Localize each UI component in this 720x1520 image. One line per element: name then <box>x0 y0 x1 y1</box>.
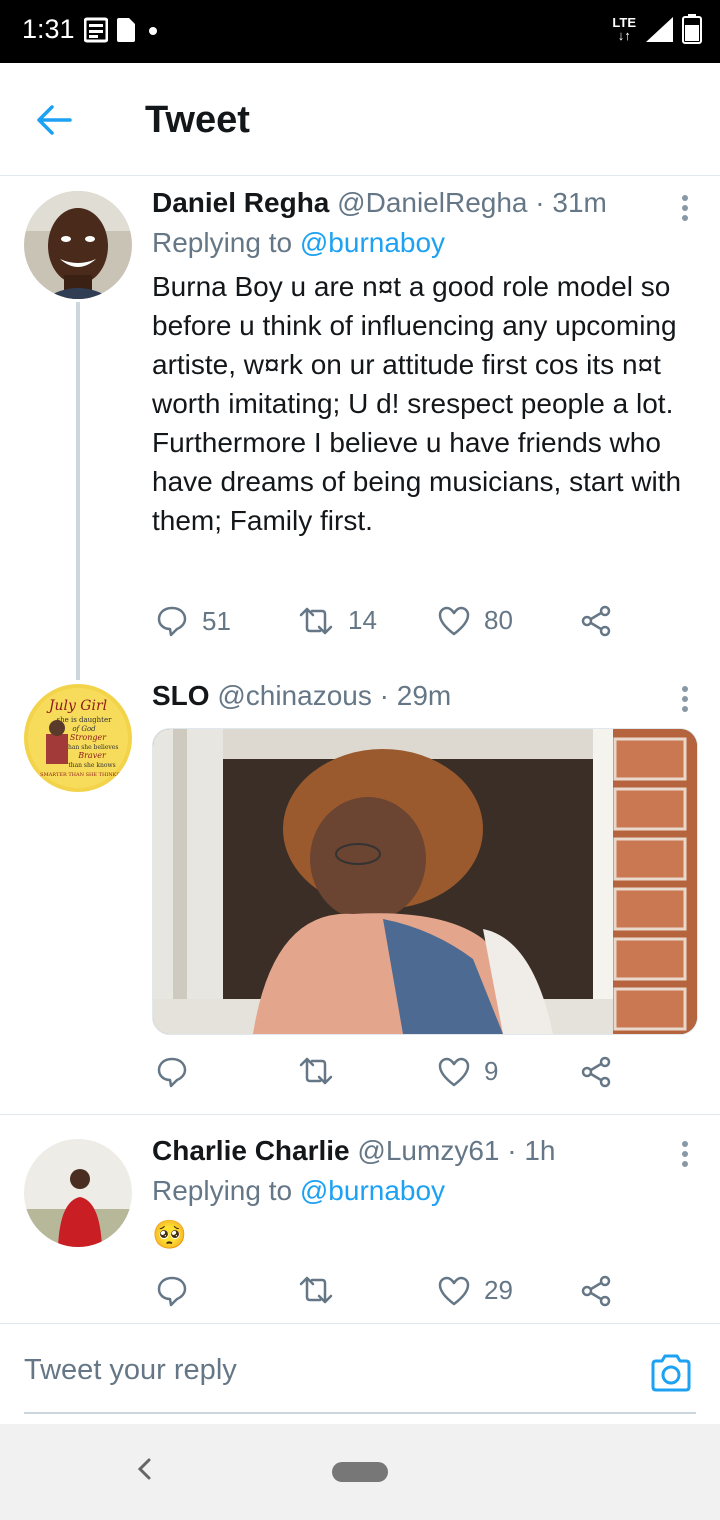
svg-text:she is daughter: she is daughter <box>57 716 113 724</box>
tweet-header: Charlie Charlie @Lumzy61 · 1h <box>152 1135 556 1166</box>
tweet-header: Daniel Regha @DanielRegha · 31m <box>152 187 607 218</box>
retweet-button[interactable] <box>298 1056 334 1086</box>
retweet-icon <box>299 607 333 634</box>
nav-back-icon[interactable] <box>134 1454 154 1484</box>
mention-link[interactable]: @burnaboy <box>300 227 445 258</box>
display-name[interactable]: Daniel Regha <box>152 187 329 218</box>
battery-icon <box>682 14 702 44</box>
heart-icon <box>438 1276 470 1305</box>
app-bar: Tweet <box>0 63 720 176</box>
more-options-icon[interactable] <box>682 686 690 716</box>
user-handle[interactable]: @chinazous <box>217 680 372 711</box>
reply-composer: Tweet your reply <box>0 1323 720 1425</box>
user-handle[interactable]: @Lumzy61 <box>357 1135 499 1166</box>
system-nav-bar <box>0 1424 720 1520</box>
more-options-icon[interactable] <box>682 1141 690 1171</box>
tweet-actions: 9 <box>152 1056 672 1096</box>
tweet-media-image[interactable] <box>152 728 698 1035</box>
replying-to: Replying to @burnaboy <box>152 1175 446 1206</box>
avatar[interactable] <box>24 191 132 299</box>
dot-icon <box>149 27 157 35</box>
tweet-content: Charlie Charlie @Lumzy61 · 1h Replying t… <box>152 1135 696 1254</box>
signal-icon <box>646 17 673 42</box>
heart-icon <box>438 606 470 635</box>
page-title: Tweet <box>145 99 250 141</box>
like-count: 80 <box>484 605 513 635</box>
reply-icon <box>157 1276 187 1307</box>
svg-text:than she knows: than she knows <box>68 762 115 769</box>
avatar[interactable]: July Girl she is daughter of God Stronge… <box>24 684 132 792</box>
reply-button[interactable] <box>156 1056 188 1088</box>
retweet-icon <box>299 1276 333 1304</box>
status-time: 1:31 <box>22 14 75 44</box>
user-handle[interactable]: @DanielRegha <box>337 187 527 218</box>
like-button[interactable]: 9 <box>438 1056 498 1087</box>
retweet-button[interactable]: 14 <box>298 605 377 636</box>
tweet-time: 1h <box>524 1135 556 1166</box>
svg-text:SMARTER THAN SHE THINKS: SMARTER THAN SHE THINKS <box>40 772 120 778</box>
svg-text:Braver: Braver <box>77 751 107 760</box>
like-button[interactable]: 80 <box>438 605 513 636</box>
more-options-icon[interactable] <box>682 195 690 225</box>
tweet-header: SLO @chinazous · 29m <box>152 680 452 711</box>
display-name[interactable]: Charlie Charlie <box>152 1135 350 1166</box>
replying-to: Replying to @burnaboy <box>152 227 446 258</box>
retweet-count: 14 <box>348 605 377 635</box>
reply-button[interactable] <box>156 1275 188 1307</box>
news-icon <box>84 17 108 43</box>
reply-input[interactable]: Tweet your reply <box>24 1354 237 1387</box>
reply-icon <box>157 1057 187 1088</box>
lte-indicator: LTE ↓↑ <box>612 15 636 43</box>
retweet-button[interactable] <box>298 1275 334 1305</box>
svg-text:Stronger: Stronger <box>70 733 107 742</box>
mention-link[interactable]: @burnaboy <box>300 1175 445 1206</box>
reply-button[interactable]: 51 <box>156 605 231 637</box>
file-icon <box>117 18 135 42</box>
home-pill[interactable] <box>332 1462 388 1482</box>
input-underline <box>24 1412 696 1414</box>
tweet-text: 🥺 <box>152 1219 187 1250</box>
tweet-daniel-regha[interactable]: Daniel Regha @DanielRegha · 31m Replying… <box>0 175 720 680</box>
share-button[interactable] <box>580 605 612 637</box>
share-icon <box>581 1056 611 1088</box>
like-count: 9 <box>484 1056 499 1086</box>
heart-icon <box>438 1057 470 1086</box>
tweet-text: Burna Boy u are n¤t a good role model so… <box>152 271 682 536</box>
camera-icon[interactable] <box>650 1354 692 1392</box>
share-button[interactable] <box>580 1056 612 1088</box>
tweet-actions: 51 14 80 <box>152 605 672 645</box>
tweet-time: 31m <box>552 187 607 218</box>
status-right: LTE ↓↑ <box>612 14 702 44</box>
tweet-charlie-charlie[interactable]: Charlie Charlie @Lumzy61 · 1h Replying t… <box>0 1115 720 1323</box>
tweet-content: SLO @chinazous · 29m <box>152 680 696 712</box>
svg-text:of God: of God <box>72 725 96 733</box>
avatar[interactable] <box>24 1139 132 1247</box>
display-name[interactable]: SLO <box>152 680 210 711</box>
share-button[interactable] <box>580 1275 612 1307</box>
share-icon <box>581 605 611 637</box>
back-arrow-icon[interactable] <box>36 103 72 137</box>
reply-icon <box>157 606 187 637</box>
notification-icons <box>84 17 162 43</box>
share-icon <box>581 1275 611 1307</box>
retweet-icon <box>299 1057 333 1085</box>
like-count: 29 <box>484 1275 513 1305</box>
tweet-actions: 29 <box>152 1275 672 1315</box>
like-button[interactable]: 29 <box>438 1275 513 1306</box>
tweet-content: Daniel Regha @DanielRegha · 31m Replying… <box>152 187 696 540</box>
svg-text:July Girl: July Girl <box>46 698 107 714</box>
status-bar: 1:31 LTE ↓↑ <box>0 0 720 63</box>
reply-count: 51 <box>202 605 231 636</box>
tweet-time: 29m <box>396 680 452 711</box>
thread-line <box>76 302 80 680</box>
svg-text:than she believes: than she believes <box>66 744 119 751</box>
